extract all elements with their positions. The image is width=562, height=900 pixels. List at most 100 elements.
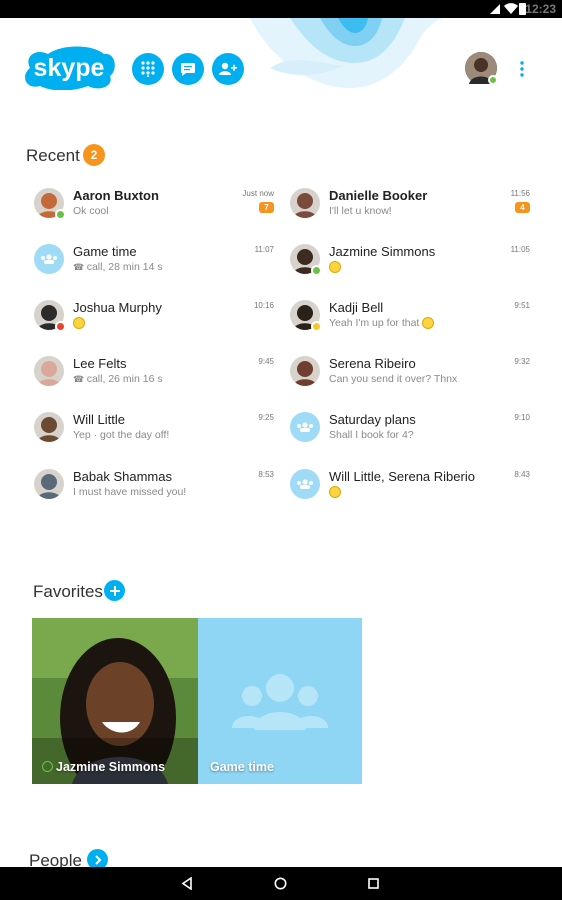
conversation-timestamp: 8:43: [514, 470, 530, 479]
favorite-tile-jazmine-simmons[interactable]: Jazmine Simmons: [32, 618, 198, 784]
conversation-timestamp: Just now: [242, 189, 274, 198]
person-icon: [290, 356, 320, 386]
recent-conversation-item[interactable]: Babak Shammas I must have missed you! 8:53: [34, 469, 274, 517]
person-icon: [34, 469, 64, 499]
preview-text: call, 26 min 16 s: [86, 373, 163, 385]
back-icon[interactable]: [181, 877, 193, 890]
unread-count-badge: 4: [515, 202, 530, 213]
group-avatar: [290, 412, 320, 442]
conversation-name: Saturday plans: [329, 412, 416, 427]
conversation-preview: Yeah I'm up for that: [329, 317, 435, 330]
conversation-timestamp: 9:45: [258, 357, 274, 366]
plus-icon: [109, 585, 120, 596]
home-icon[interactable]: [274, 877, 287, 890]
contact-avatar: [34, 356, 64, 386]
conversation-name: Game time: [73, 244, 137, 259]
recent-conversation-item[interactable]: Will Little Yep · got the day off! 9:25: [34, 412, 274, 460]
add-contact-button[interactable]: [212, 53, 244, 85]
online-check-icon: [42, 761, 53, 772]
group-icon: [232, 674, 328, 730]
preview-text: call, 28 min 14 s: [86, 261, 163, 273]
recents-icon[interactable]: [368, 878, 379, 889]
conversation-preview: I must have missed you!: [73, 486, 186, 498]
recent-conversation-item[interactable]: Game time ☎ call, 28 min 14 s 11:07: [34, 244, 274, 292]
group-avatar: [34, 244, 64, 274]
conversation-preview: [329, 261, 341, 274]
add-favorite-button[interactable]: [104, 580, 125, 601]
conversation-name: Jazmine Simmons: [329, 244, 436, 259]
recent-conversation-item[interactable]: Will Little, Serena Riberio 8:43: [290, 469, 530, 517]
conversation-name: Joshua Murphy: [73, 300, 162, 315]
conversation-name: Aaron Buxton: [73, 188, 159, 203]
presence-online-indicator: [311, 265, 322, 276]
svg-text:skype: skype: [34, 54, 105, 82]
preview-text: Ok cool: [73, 205, 109, 217]
preview-text: I'll let u know!: [329, 205, 392, 217]
contact-avatar: [34, 469, 64, 499]
unread-count-badge: 7: [259, 202, 274, 213]
conversation-preview: Can you send it over? Thnx: [329, 373, 457, 385]
skype-logo: skype: [25, 46, 115, 90]
phone-icon: ☎: [73, 262, 87, 272]
conversation-preview: [329, 486, 341, 499]
preview-text: Can you send it over? Thnx: [329, 373, 458, 385]
recent-conversation-item[interactable]: Joshua Murphy 10:16: [34, 300, 274, 348]
chevron-right-icon: [94, 854, 101, 865]
conversation-timestamp: 10:16: [253, 301, 274, 310]
presence-away-indicator: [311, 321, 322, 332]
favorite-tile-game-time[interactable]: Game time: [198, 618, 362, 784]
recent-title: Recent: [26, 146, 80, 165]
group-avatar: [290, 469, 320, 499]
recent-conversation-item[interactable]: Lee Felts ☎ call, 26 min 16 s 9:45: [34, 356, 274, 404]
conversation-name: Lee Felts: [73, 356, 127, 371]
conversation-name: Kadji Bell: [329, 300, 384, 315]
phone-icon: ☎: [73, 374, 87, 384]
conversation-preview: Shall I book for 4?: [329, 429, 414, 441]
conversation-timestamp: 11:56: [510, 189, 530, 198]
preview-text: Yep · got the day off!: [73, 429, 170, 441]
contact-avatar: [34, 412, 64, 442]
group-icon: [41, 254, 57, 264]
conversation-timestamp: 9:25: [258, 413, 274, 422]
signal-icon: [490, 4, 500, 14]
presence-busy-indicator: [55, 321, 66, 332]
conversation-name: Babak Shammas: [73, 469, 172, 484]
new-chat-button[interactable]: [172, 53, 204, 85]
conversation-timestamp: 9:32: [514, 357, 530, 366]
status-bar: 12:23: [0, 0, 562, 18]
preview-text: I must have missed you!: [73, 486, 187, 498]
recent-conversation-item[interactable]: Serena Ribeiro Can you send it over? Thnx…: [290, 356, 530, 404]
dialpad-icon: [141, 61, 155, 77]
more-options-icon[interactable]: [515, 60, 529, 80]
emoticon-icon: [422, 317, 435, 330]
conversation-name: Serena Ribeiro: [329, 356, 416, 371]
emoticon-icon: [329, 261, 341, 274]
conversation-preview: ☎ call, 26 min 16 s: [73, 373, 163, 385]
conversation-name: Will Little: [73, 412, 126, 427]
person-icon: [34, 412, 64, 442]
conversation-timestamp: 9:10: [514, 413, 530, 422]
clock: 12:23: [525, 2, 556, 16]
favorite-label: Jazmine Simmons: [42, 760, 165, 774]
group-icon: [297, 422, 313, 432]
recent-conversation-item[interactable]: Jazmine Simmons 11:05: [290, 244, 530, 292]
person-icon: [290, 188, 320, 218]
preview-text: Yeah I'm up for that: [329, 317, 420, 329]
conversation-timestamp: 11:05: [510, 245, 530, 254]
conversation-timestamp: 8:53: [258, 470, 274, 479]
conversation-preview: Yep · got the day off!: [73, 429, 169, 441]
conversation-timestamp: 11:07: [254, 245, 274, 254]
recent-conversation-item[interactable]: Danielle Booker I'll let u know! 11:56 4: [290, 188, 530, 236]
dialpad-button[interactable]: [132, 53, 164, 85]
conversation-preview: [73, 317, 85, 330]
skype-home-screen: 12:23 skype Recent 2 Aaron Buxton Ok coo…: [0, 0, 562, 900]
recent-conversation-item[interactable]: Kadji Bell Yeah I'm up for that 9:51: [290, 300, 530, 348]
contact-avatar: [290, 188, 320, 218]
contact-avatar: [290, 356, 320, 386]
system-navigation-bar: [0, 867, 562, 900]
recent-conversation-item[interactable]: Aaron Buxton Ok cool Just now 7: [34, 188, 274, 236]
favorite-label: Game time: [210, 760, 274, 774]
recent-conversation-item[interactable]: Saturday plans Shall I book for 4? 9:10: [290, 412, 530, 460]
conversation-preview: Ok cool: [73, 205, 109, 217]
recent-unread-badge: 2: [83, 144, 105, 166]
